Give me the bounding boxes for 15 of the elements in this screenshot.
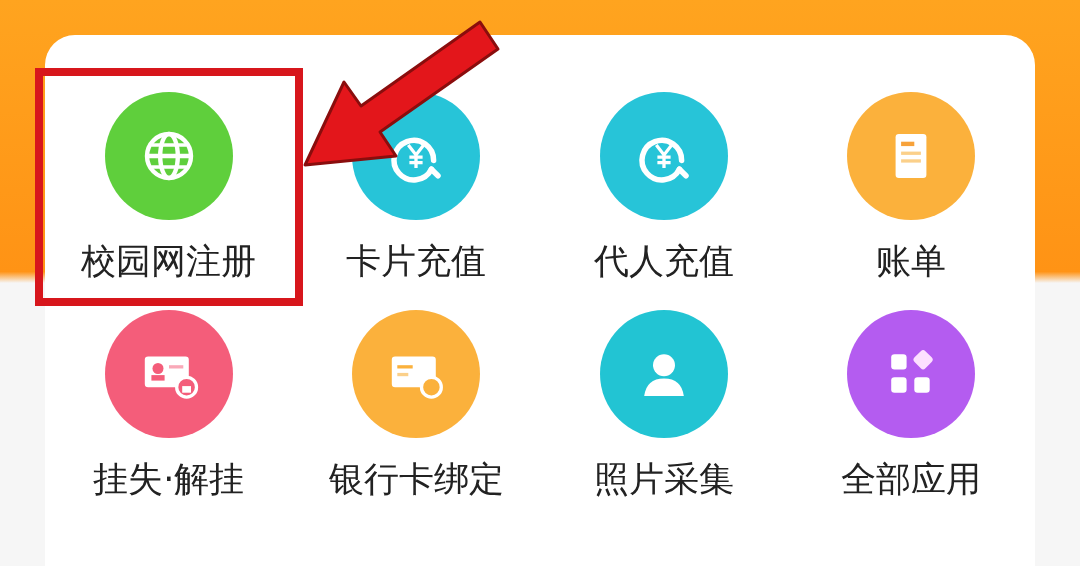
service-label: 代人充值	[593, 240, 734, 282]
service-label: 校园网注册	[81, 240, 257, 282]
service-item[interactable]: 账单	[787, 78, 1035, 296]
service-label: 卡片充值	[346, 240, 487, 282]
service-item[interactable]: 全部应用	[787, 296, 1035, 514]
service-label: 照片采集	[593, 458, 734, 500]
service-item[interactable]: 挂失·解挂	[45, 296, 293, 514]
service-label: 全部应用	[841, 458, 982, 500]
service-label: 账单	[876, 240, 947, 282]
service-item[interactable]: 照片采集	[540, 296, 788, 514]
service-item[interactable]: 银行卡绑定	[292, 296, 540, 514]
service-item[interactable]: 代人充值	[540, 78, 788, 296]
service-label: 挂失·解挂	[93, 458, 245, 500]
service-label: 银行卡绑定	[328, 458, 504, 500]
service-item[interactable]: 校园网注册	[45, 78, 293, 296]
